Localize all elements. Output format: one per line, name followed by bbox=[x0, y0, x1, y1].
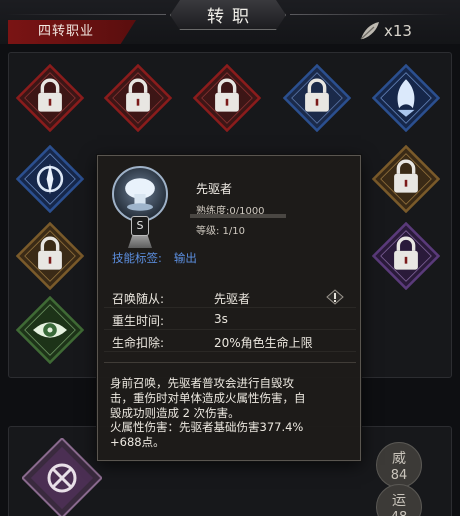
attr-row-respawn: 重生时间: 3s bbox=[104, 308, 356, 330]
job-node-6[interactable] bbox=[16, 145, 84, 213]
skill-tag-value: 输出 bbox=[173, 251, 197, 265]
attr-row-hp-cost: 生命扣除: 20%角色生命上限 bbox=[104, 330, 356, 352]
stat-value: 48 bbox=[377, 510, 421, 516]
skill-level: 等级: 1/10 bbox=[196, 226, 246, 237]
title-ornament-left bbox=[6, 14, 166, 15]
lock-icon bbox=[372, 145, 440, 213]
title-ornament-right bbox=[290, 14, 450, 15]
attr-value: 3s bbox=[214, 312, 228, 326]
stat-value: 84 bbox=[390, 468, 408, 483]
job-node-10[interactable] bbox=[16, 296, 84, 364]
attr-key: 重生时间: bbox=[112, 314, 165, 328]
job-node-7[interactable] bbox=[372, 145, 440, 213]
lock-icon bbox=[16, 64, 84, 132]
job-node-3[interactable] bbox=[193, 64, 261, 132]
feather-icon bbox=[360, 22, 379, 40]
skill-damage-text: 火属性伤害：先驱者基础伤害377.4% +688点。 bbox=[110, 420, 304, 449]
skill-mushroom-icon bbox=[112, 166, 168, 222]
attr-key: 生命扣除: bbox=[112, 336, 165, 350]
page-title: 转职 bbox=[170, 0, 286, 30]
job-node-1[interactable] bbox=[16, 64, 84, 132]
proficiency-bar bbox=[190, 214, 286, 218]
lock-icon bbox=[193, 64, 261, 132]
skill-tooltip: S 先驱者 熟练度:0/1000 等级: 1/10 技能标签: 输出 召唤随从: … bbox=[97, 155, 361, 461]
skill-tag-row: 技能标签: 输出 bbox=[112, 250, 197, 266]
lock-icon bbox=[283, 64, 351, 132]
lock-icon bbox=[372, 222, 440, 290]
job-node-4[interactable] bbox=[283, 64, 351, 132]
eye-icon bbox=[16, 296, 84, 364]
selected-job-emblem[interactable] bbox=[22, 438, 102, 516]
attr-row-summon: 召唤随从: 先驱者 bbox=[104, 286, 356, 308]
stat-circle-1: 威 84 bbox=[376, 442, 422, 488]
lock-icon bbox=[16, 222, 84, 290]
job-node-8[interactable] bbox=[16, 222, 84, 290]
job-node-9[interactable] bbox=[372, 222, 440, 290]
spirit-icon bbox=[372, 64, 440, 132]
skill-description: 身前召唤，先驱者普攻会进行自毁攻 击，重伤时对单体造成火属性伤害，自 毁成功则造… bbox=[110, 376, 306, 420]
section-tab-fourth-job[interactable]: 四转职业 bbox=[8, 20, 136, 44]
info-diamond-icon[interactable] bbox=[326, 289, 344, 305]
job-node-2[interactable] bbox=[104, 64, 172, 132]
grade-stand bbox=[128, 234, 152, 248]
stat-key: 运 bbox=[392, 493, 406, 509]
job-change-screen: 转职 四转职业 x13 威84运48 S 先驱者 熟 bbox=[0, 0, 460, 516]
attr-value: 先驱者 bbox=[214, 292, 251, 306]
top-bar: 转职 四转职业 x13 bbox=[0, 0, 460, 44]
stat-key: 威 bbox=[392, 451, 406, 467]
tooltip-divider bbox=[104, 362, 356, 363]
attr-key: 召唤随从: bbox=[112, 292, 165, 306]
compass-icon bbox=[16, 145, 84, 213]
feather-count: x13 bbox=[384, 22, 412, 40]
grade-badge: S bbox=[131, 216, 149, 236]
skill-name: 先驱者 bbox=[196, 182, 233, 196]
job-node-5[interactable] bbox=[372, 64, 440, 132]
skill-tag-label: 技能标签: bbox=[112, 251, 162, 265]
lock-icon bbox=[104, 64, 172, 132]
attr-value: 20%角色生命上限 bbox=[214, 336, 313, 350]
